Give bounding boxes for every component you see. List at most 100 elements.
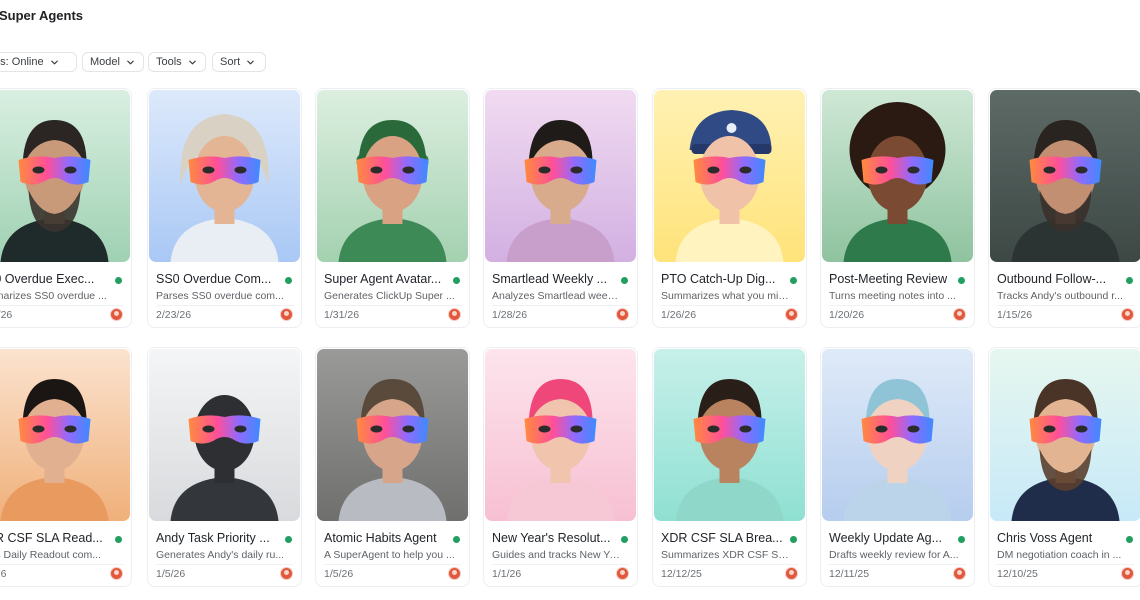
sort-filter-chip[interactable]: Sort [212, 52, 266, 72]
agent-date: 1/1/26 [492, 568, 522, 580]
agent-name: Chris Voss Agent [997, 531, 1093, 545]
agent-description: Summarizes what you mis... [661, 290, 792, 302]
agent-card[interactable]: DR CSF SLA Read... rns Daily Readout com.… [0, 347, 132, 587]
tools-filter-label: Tools [156, 56, 182, 68]
owner-avatar-icon[interactable] [448, 567, 461, 580]
online-status-dot [958, 277, 965, 284]
agent-name: Super Agent Avatar... [324, 272, 442, 286]
model-filter-label: Model [90, 56, 120, 68]
card-divider [661, 564, 798, 565]
agent-description: Generates Andy's daily ru... [156, 549, 285, 561]
agent-avatar-image [822, 349, 973, 521]
agent-description: Generates ClickUp Super ... [324, 290, 455, 302]
agent-avatar-image [317, 90, 468, 262]
status-filter-chip[interactable]: tus: Online [0, 52, 77, 72]
owner-avatar-icon[interactable] [953, 308, 966, 321]
agent-name: Smartlead Weekly ... [492, 272, 608, 286]
agent-avatar-image [485, 349, 636, 521]
agent-name: Post-Meeting Review [829, 272, 948, 286]
agent-avatar-image [485, 90, 636, 262]
agent-description: A SuperAgent to help you ... [324, 549, 455, 561]
status-filter-label: tus: Online [0, 56, 44, 68]
agent-date: 12/12/25 [661, 568, 702, 580]
agent-description: Guides and tracks New Ye... [492, 549, 623, 561]
agent-card[interactable]: PTO Catch-Up Dig... Summarizes what you m… [652, 88, 807, 328]
owner-avatar-icon[interactable] [1121, 308, 1134, 321]
owner-avatar-icon[interactable] [110, 567, 123, 580]
card-divider [0, 305, 123, 306]
agent-date: 1/26/26 [661, 309, 697, 321]
agent-name: Weekly Update Ag... [829, 531, 943, 545]
agent-date: 24/26 [0, 309, 13, 321]
owner-avatar-icon[interactable] [785, 567, 798, 580]
online-status-dot [285, 277, 292, 284]
agent-avatar-image [990, 349, 1140, 521]
agent-date: 2/23/26 [156, 309, 192, 321]
agent-date: 12/11/25 [829, 568, 870, 580]
card-divider [829, 564, 966, 565]
agent-card[interactable]: Andy Task Priority ... Generates Andy's d… [147, 347, 302, 587]
online-status-dot [115, 536, 122, 543]
agent-card[interactable]: S0 Overdue Exec... mmarizes SS0 overdue .… [0, 88, 132, 328]
chevron-down-icon [247, 60, 254, 64]
owner-avatar-icon[interactable] [1121, 567, 1134, 580]
agent-card[interactable]: Chris Voss Agent DM negotiation coach in … [988, 347, 1140, 587]
tools-filter-chip[interactable]: Tools [148, 52, 206, 72]
agent-card[interactable]: Outbound Follow-... Tracks Andy's outboun… [988, 88, 1140, 328]
agent-card[interactable]: SS0 Overdue Com... Parses SS0 overdue com… [147, 88, 302, 328]
agent-date: 1/28/26 [492, 309, 528, 321]
agent-name: SS0 Overdue Com... [156, 272, 272, 286]
agent-name: XDR CSF SLA Brea... [661, 531, 783, 545]
card-divider [156, 305, 293, 306]
agent-description: DM negotiation coach in ... [997, 549, 1122, 561]
online-status-dot [1126, 536, 1133, 543]
agent-avatar-image [654, 349, 805, 521]
agent-date: 1/15/26 [997, 309, 1033, 321]
agent-card[interactable]: Post-Meeting Review Turns meeting notes i… [820, 88, 975, 328]
card-divider [156, 564, 293, 565]
owner-avatar-icon[interactable] [110, 308, 123, 321]
owner-avatar-icon[interactable] [785, 308, 798, 321]
owner-avatar-icon[interactable] [448, 308, 461, 321]
model-filter-chip[interactable]: Model [82, 52, 144, 72]
card-divider [661, 305, 798, 306]
agent-name: Atomic Habits Agent [324, 531, 437, 545]
page-title: Super Agents [0, 8, 84, 23]
agent-card[interactable]: Super Agent Avatar... Generates ClickUp S… [315, 88, 470, 328]
owner-avatar-icon[interactable] [616, 308, 629, 321]
agent-card[interactable]: Smartlead Weekly ... Analyzes Smartlead w… [483, 88, 638, 328]
agent-description: Summarizes XDR CSF SL... [661, 549, 792, 561]
online-status-dot [958, 536, 965, 543]
agent-description: Parses SS0 overdue com... [156, 290, 284, 302]
owner-avatar-icon[interactable] [953, 567, 966, 580]
chevron-down-icon [50, 60, 58, 64]
agent-card[interactable]: XDR CSF SLA Brea... Summarizes XDR CSF SL… [652, 347, 807, 587]
agent-avatar-image [990, 90, 1140, 262]
agent-card[interactable]: Weekly Update Ag... Drafts weekly review … [820, 347, 975, 587]
agent-date: 12/10/25 [997, 568, 1038, 580]
agent-name: PTO Catch-Up Dig... [661, 272, 776, 286]
agent-name: Andy Task Priority ... [156, 531, 270, 545]
online-status-dot [621, 536, 628, 543]
agent-avatar-image [149, 90, 300, 262]
card-divider [997, 564, 1134, 565]
agent-description: rns Daily Readout com... [0, 549, 101, 561]
agent-description: Analyzes Smartlead weekl... [492, 290, 623, 302]
agent-description: mmarizes SS0 overdue ... [0, 290, 107, 302]
online-status-dot [453, 277, 460, 284]
owner-avatar-icon[interactable] [280, 308, 293, 321]
agent-avatar-image [149, 349, 300, 521]
owner-avatar-icon[interactable] [616, 567, 629, 580]
agent-name: New Year's Resolut... [492, 531, 611, 545]
online-status-dot [1126, 277, 1133, 284]
agent-avatar-image [317, 349, 468, 521]
chevron-down-icon [127, 60, 134, 64]
agent-date: 1/31/26 [324, 309, 360, 321]
online-status-dot [790, 536, 797, 543]
owner-avatar-icon[interactable] [280, 567, 293, 580]
agent-name: DR CSF SLA Read... [0, 531, 103, 545]
agent-card[interactable]: New Year's Resolut... Guides and tracks N… [483, 347, 638, 587]
agent-card[interactable]: Atomic Habits Agent A SuperAgent to help … [315, 347, 470, 587]
card-divider [0, 564, 123, 565]
card-divider [324, 564, 461, 565]
